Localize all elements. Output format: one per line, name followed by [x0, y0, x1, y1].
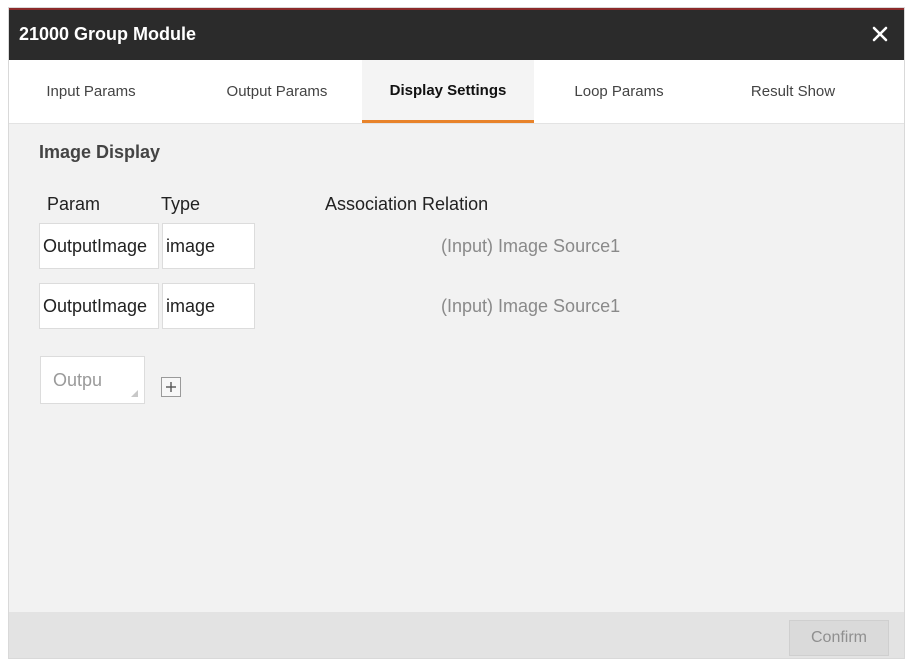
association-label: (Input) Image Source1 [441, 296, 621, 316]
tab-label: Output Params [226, 83, 328, 100]
close-icon [872, 26, 888, 42]
type-column-header: Type [161, 194, 201, 214]
group-module-dialog: 21000 Group Module Input Params Output P… [8, 7, 905, 659]
plus-icon [166, 382, 176, 392]
association-label: (Input) Image Source1 [441, 236, 621, 256]
new-param-select-value: Outpu [53, 369, 103, 390]
tab-loop-params[interactable]: Loop Params [549, 60, 689, 123]
param-field[interactable]: OutputImage [39, 223, 159, 269]
param-field[interactable]: OutputImage [39, 283, 159, 329]
section-title: Image Display [39, 142, 161, 162]
confirm-button[interactable]: Confirm [789, 620, 889, 656]
tab-label: Loop Params [574, 83, 664, 100]
tab-label: Result Show [750, 83, 836, 100]
tab-label: Input Params [46, 83, 136, 100]
title-bar: 21000 Group Module [9, 8, 904, 60]
type-field[interactable]: image [162, 283, 255, 329]
close-button[interactable] [866, 20, 894, 48]
tab-label: Display Settings [389, 81, 507, 99]
tab-result-show[interactable]: Result Show [725, 60, 861, 123]
association-column-header: Association Relation [325, 194, 489, 214]
new-param-select[interactable]: Outpu [40, 356, 145, 404]
tab-input-params[interactable]: Input Params [23, 60, 159, 123]
dialog-footer: Confirm [9, 612, 904, 658]
tab-output-params[interactable]: Output Params [197, 60, 357, 123]
type-field[interactable]: image [162, 223, 255, 269]
tab-display-settings[interactable]: Display Settings [362, 60, 534, 123]
param-column-header: Param [47, 194, 101, 214]
tab-bar: Input Params Output Params Display Setti… [9, 60, 904, 124]
add-param-button[interactable] [161, 377, 181, 397]
dialog-title: 21000 Group Module [19, 24, 197, 44]
resize-corner-icon [131, 390, 138, 397]
